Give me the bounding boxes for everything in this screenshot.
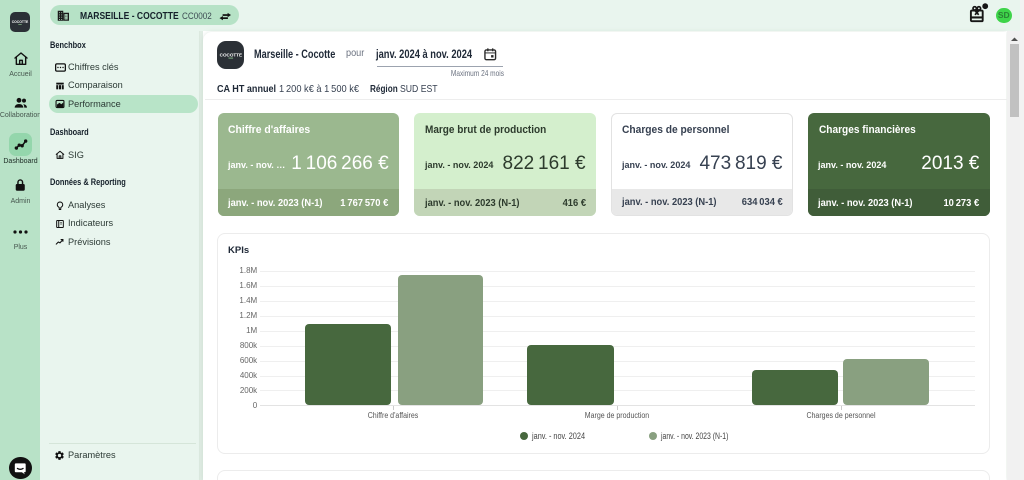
svg-text:COCOTTE: COCOTTE — [12, 20, 29, 24]
svg-text:COCOTTE: COCOTTE — [219, 52, 241, 57]
